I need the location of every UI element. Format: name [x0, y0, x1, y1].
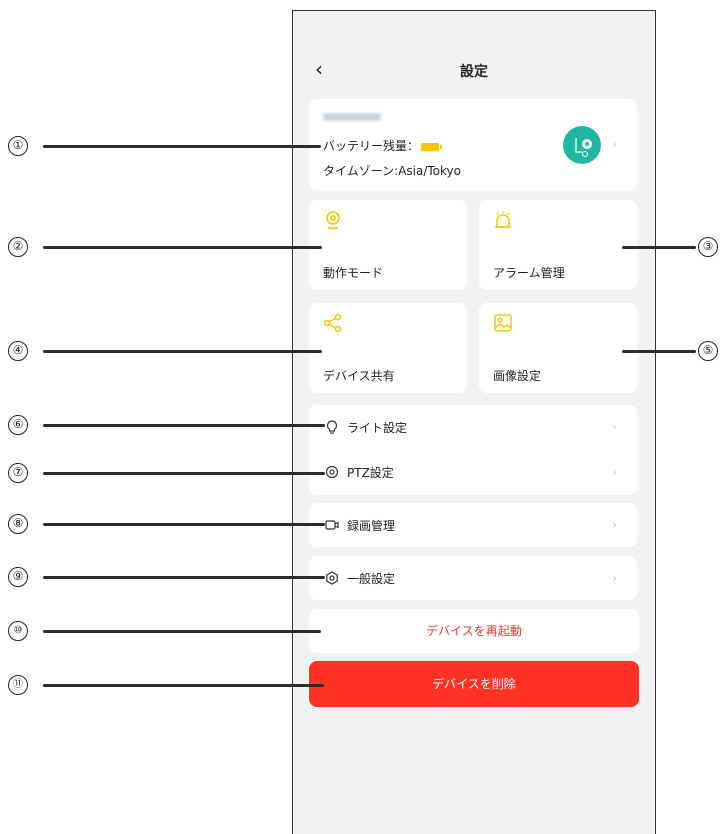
- device-avatar: [563, 126, 601, 164]
- chevron-right-icon: ›: [612, 420, 617, 434]
- device-card[interactable]: バッテリー残量： タイムゾーン:Asia/Tokyo ›: [309, 99, 637, 190]
- callout-4: ④: [8, 341, 28, 361]
- image-icon: [494, 314, 512, 332]
- chevron-right-icon: ›: [612, 137, 617, 151]
- lightbulb-icon: [326, 420, 338, 434]
- callout-8: ⑧: [8, 514, 28, 534]
- leader-line: [43, 684, 324, 687]
- battery-icon: [421, 142, 443, 151]
- leader-line: [43, 472, 325, 475]
- leader-line: [43, 576, 325, 579]
- callout-7: ⑦: [8, 463, 28, 483]
- leader-line: [43, 145, 321, 148]
- callout-6: ⑥: [8, 415, 28, 435]
- chevron-right-icon: ›: [612, 571, 617, 585]
- callout-3: ③: [698, 237, 718, 257]
- row-label: ライト設定: [347, 421, 408, 435]
- callout-10: ⑩: [8, 621, 28, 641]
- light-ptz-group: ライト設定 › PTZ設定 ›: [309, 405, 637, 495]
- leader-line: [43, 523, 325, 526]
- tile-alarm-management[interactable]: アラーム管理: [479, 200, 637, 290]
- device-name-blurred: [323, 113, 381, 121]
- page-title: 設定: [460, 64, 488, 80]
- leader-line: [622, 246, 696, 249]
- alarm-icon: [495, 211, 511, 228]
- row-label: 録画管理: [347, 519, 396, 533]
- leader-line: [622, 350, 696, 353]
- callout-2: ②: [8, 237, 28, 257]
- row-label: PTZ設定: [347, 466, 394, 480]
- callout-1: ①: [8, 136, 28, 156]
- ptz-icon: [325, 465, 339, 479]
- tile-label: デバイス共有: [323, 369, 395, 383]
- restart-device-button[interactable]: デバイスを再起動: [309, 609, 639, 653]
- leader-line: [43, 424, 325, 427]
- settings-icon: [326, 571, 338, 585]
- chevron-right-icon: ›: [612, 465, 617, 479]
- row-ptz-settings[interactable]: PTZ設定 ›: [309, 449, 637, 495]
- callout-5: ⑤: [698, 341, 718, 361]
- callout-11: ⑪: [8, 675, 28, 695]
- tile-label: 動作モード: [323, 266, 384, 280]
- phone-screen: ‹ 設定 バッテリー残量： タイムゾーン:Asia/Tokyo › 動作モード: [292, 10, 656, 834]
- row-light-settings[interactable]: ライト設定 ›: [309, 405, 637, 449]
- chevron-right-icon: ›: [612, 518, 617, 532]
- camera-icon: [326, 211, 340, 229]
- tile-label: アラーム管理: [493, 266, 565, 280]
- video-icon: [325, 520, 339, 530]
- row-general-settings[interactable]: 一般設定 ›: [309, 556, 637, 600]
- leader-line: [43, 246, 322, 249]
- tile-device-share[interactable]: デバイス共有: [309, 303, 467, 393]
- share-icon: [323, 313, 342, 333]
- battery-label: バッテリー残量：: [323, 139, 420, 153]
- header: ‹ 設定: [293, 59, 655, 83]
- row-recording-management[interactable]: 録画管理 ›: [309, 503, 637, 547]
- tile-image-settings[interactable]: 画像設定: [479, 303, 637, 393]
- row-label: 一般設定: [347, 572, 396, 586]
- leader-line: [43, 350, 322, 353]
- delete-device-button[interactable]: デバイスを削除: [309, 661, 639, 707]
- tile-operation-mode[interactable]: 動作モード: [309, 200, 467, 290]
- leader-line: [43, 630, 321, 633]
- callout-9: ⑨: [8, 567, 28, 587]
- camera-device-icon: [575, 138, 592, 157]
- tile-label: 画像設定: [493, 369, 542, 383]
- timezone-label: タイムゾーン:Asia/Tokyo: [323, 164, 461, 178]
- battery-row: バッテリー残量：: [323, 137, 443, 154]
